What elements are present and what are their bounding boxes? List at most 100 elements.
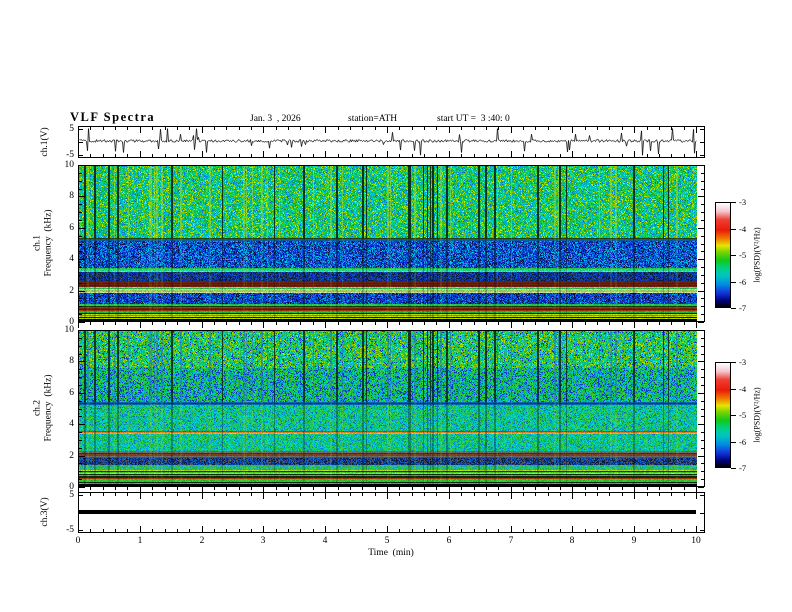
tick-mark (548, 127, 549, 130)
tick-mark (731, 389, 736, 390)
tick-mark (523, 493, 524, 496)
tick-mark (659, 493, 660, 496)
volt-tick-label: 5 (69, 124, 74, 134)
tick-mark (239, 487, 240, 490)
tick-mark (609, 493, 610, 496)
tick-mark (79, 377, 82, 378)
colorbar-tick-label: -3 (739, 197, 747, 207)
tick-mark (79, 228, 85, 229)
tick-mark (263, 127, 264, 133)
tick-mark (399, 154, 400, 157)
tick-mark (701, 401, 704, 402)
tick-mark (535, 322, 536, 325)
colorbar-tick-label: -7 (739, 463, 747, 473)
tick-mark (701, 385, 704, 386)
tick-mark (731, 308, 736, 309)
tick-mark (79, 361, 85, 362)
tick-mark (79, 298, 82, 299)
tick-mark (671, 127, 672, 130)
header-start-ut: start UT = 3 :40: 0 (437, 114, 510, 124)
tick-mark (731, 362, 736, 363)
tick-mark (90, 154, 91, 157)
tick-mark (609, 322, 610, 325)
tick-mark (387, 151, 388, 157)
tick-mark (300, 127, 301, 130)
tick-mark (79, 463, 82, 464)
header-date: Jan. 3 , 2026 (250, 114, 301, 124)
tick-mark (449, 526, 450, 532)
tick-mark (338, 127, 339, 130)
tick-mark (698, 330, 704, 331)
tick-mark (731, 415, 736, 416)
tick-mark (226, 154, 227, 157)
tick-mark (585, 529, 586, 532)
tick-mark (300, 487, 301, 490)
tick-mark (79, 369, 82, 370)
tick-mark (634, 322, 635, 328)
time-axis-label: Time (min) (368, 548, 414, 558)
tick-mark (634, 151, 635, 157)
tick-mark (239, 322, 240, 325)
tick-mark (449, 493, 450, 499)
tick-mark (276, 154, 277, 157)
x-tick-label: 5 (384, 536, 390, 546)
tick-mark (251, 154, 252, 157)
tick-mark (239, 493, 240, 496)
tick-mark (189, 493, 190, 496)
tick-mark (226, 493, 227, 496)
tick-mark (78, 127, 79, 133)
tick-mark (731, 255, 736, 256)
tick-mark (177, 529, 178, 532)
tick-mark (412, 322, 413, 325)
tick-mark (412, 487, 413, 490)
tick-mark (214, 493, 215, 496)
tick-mark (325, 151, 326, 157)
tick-mark (399, 127, 400, 130)
tick-mark (424, 487, 425, 490)
tick-mark (152, 154, 153, 157)
tick-mark (263, 322, 264, 328)
tick-mark (165, 322, 166, 325)
tick-mark (701, 298, 704, 299)
tick-mark (511, 151, 512, 157)
tick-mark (79, 129, 83, 130)
tick-mark (701, 338, 704, 339)
tick-mark (701, 244, 704, 245)
tick-mark (239, 127, 240, 130)
tick-mark (226, 529, 227, 532)
tick-mark (127, 487, 128, 490)
tick-mark (701, 275, 704, 276)
tick-mark (214, 322, 215, 325)
tick-mark (226, 127, 227, 130)
tick-mark (313, 127, 314, 130)
tick-mark (214, 529, 215, 532)
tick-mark (461, 529, 462, 532)
tick-mark (597, 322, 598, 325)
tick-mark (251, 529, 252, 532)
tick-mark (585, 322, 586, 325)
tick-mark (412, 529, 413, 532)
tick-mark (152, 127, 153, 130)
tick-mark (698, 322, 704, 323)
tick-mark (115, 322, 116, 325)
tick-mark (338, 487, 339, 490)
tick-mark (412, 127, 413, 130)
tick-mark (461, 127, 462, 130)
tick-mark (461, 487, 462, 490)
tick-mark (436, 487, 437, 490)
tick-mark (276, 493, 277, 496)
tick-mark (684, 154, 685, 157)
tick-mark (165, 127, 166, 130)
freq-tick-label: 8 (69, 191, 74, 201)
tick-mark (498, 127, 499, 130)
tick-mark (189, 529, 190, 532)
tick-mark (684, 529, 685, 532)
ch3-flat-trace (79, 510, 696, 514)
tick-mark (731, 282, 736, 283)
tick-mark (79, 487, 85, 488)
tick-mark (226, 322, 227, 325)
tick-mark (659, 487, 660, 490)
tick-mark (696, 526, 697, 532)
ch1-waveform-canvas (79, 127, 697, 157)
tick-mark (700, 513, 704, 514)
